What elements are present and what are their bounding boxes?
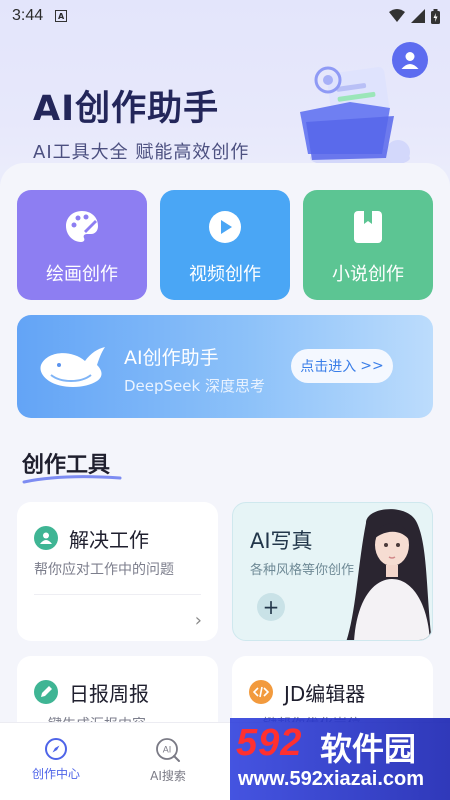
- divider: [34, 594, 201, 595]
- tile-novel[interactable]: 小说创作: [303, 190, 433, 300]
- tile-drawing-label: 绘画创作: [46, 264, 118, 285]
- tile-video[interactable]: 视频创作: [160, 190, 290, 300]
- ai-search-icon: AI: [156, 738, 180, 762]
- enter-button-label: 点击进入: [300, 359, 357, 375]
- code-icon: [249, 680, 273, 704]
- edit-icon: [34, 680, 58, 704]
- enter-button[interactable]: 点击进入 >>: [291, 349, 393, 383]
- card-solve-work-title: 解决工作: [69, 528, 149, 552]
- plus-icon[interactable]: +: [257, 593, 285, 621]
- watermark-url: www.592xiazai.com: [238, 768, 425, 790]
- card-daily-report-title: 日报周报: [69, 682, 149, 706]
- tile-novel-label: 小说创作: [332, 264, 404, 285]
- tile-drawing[interactable]: 绘画创作: [17, 190, 147, 300]
- page-title: AI创作助手: [33, 89, 220, 129]
- wifi-icon: [389, 9, 405, 22]
- page-subtitle: AI工具大全 赋能高效创作: [33, 142, 250, 163]
- title-underline: [22, 475, 122, 484]
- card-ai-photo[interactable]: AI写真 各种风格等你创作 +: [232, 502, 433, 641]
- nav-ai-search[interactable]: AI AI搜索: [112, 723, 224, 800]
- nav-create-center[interactable]: 创作中心: [0, 723, 112, 800]
- banner-title: AI创作助手: [124, 347, 219, 369]
- watermark-number: 592: [236, 722, 303, 764]
- person-icon: [34, 526, 58, 550]
- card-ai-photo-desc: 各种风格等你创作: [250, 563, 355, 578]
- status-icons: [389, 8, 440, 24]
- watermark-overlay: 592 软件园 www.592xiazai.com: [230, 718, 450, 800]
- card-jd-editor-title: JD编辑器: [284, 682, 366, 706]
- status-bar: 3:44 A: [0, 0, 450, 32]
- tile-video-label: 视频创作: [189, 264, 261, 285]
- whale-icon: [40, 347, 106, 387]
- watermark-name: 软件园: [320, 730, 417, 768]
- svg-text:AI: AI: [163, 745, 172, 755]
- palette-icon: [63, 208, 101, 246]
- nav-create-center-label: 创作中心: [31, 767, 80, 781]
- card-ai-photo-title: AI写真: [250, 529, 313, 553]
- play-icon: [206, 208, 244, 246]
- nav-ai-search-label: AI搜索: [150, 769, 186, 783]
- status-time: 3:44: [12, 7, 44, 24]
- card-solve-work[interactable]: 解决工作 帮你应对工作中的问题 ›: [17, 502, 218, 641]
- folder-illustration-icon: [300, 66, 410, 168]
- double-chevron-icon: >>: [360, 358, 384, 374]
- notification-icon: A: [55, 10, 68, 22]
- book-icon: [349, 208, 387, 246]
- battery-icon: [431, 8, 440, 24]
- banner-subtitle: DeepSeek 深度思考: [124, 377, 265, 395]
- ai-assistant-banner[interactable]: AI创作助手 DeepSeek 深度思考 点击进入 >>: [17, 315, 433, 418]
- card-solve-work-desc: 帮你应对工作中的问题: [34, 562, 174, 578]
- signal-icon: [411, 9, 425, 23]
- chevron-right-icon: ›: [194, 610, 202, 631]
- compass-icon: [45, 738, 67, 760]
